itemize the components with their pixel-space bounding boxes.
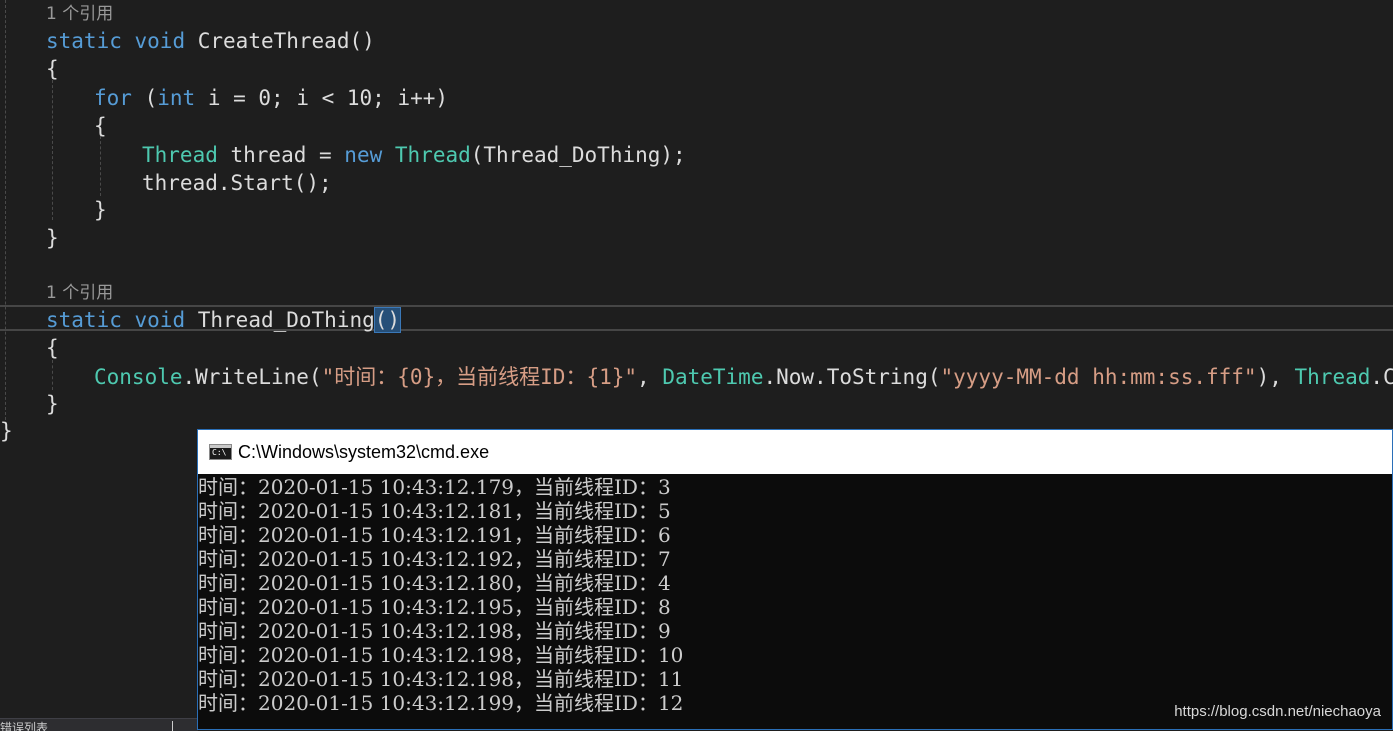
code-text: ), [1256,365,1295,389]
console-line: 时间：2020-01-15 10:43:12.195，当前线程ID：8 [198,595,671,619]
code-text: i = 0; i < 10; i++) [195,86,449,110]
keyword: void [134,308,186,332]
indent-guide [52,80,53,220]
console-line: 时间：2020-01-15 10:43:12.180，当前线程ID：4 [198,571,671,595]
type-name: Console [94,365,183,389]
code-text: .Curr [1370,365,1393,389]
code-text: (Thread_DoThing); [470,143,686,167]
code-line-method2-signature[interactable]: static void Thread_DoThing() [46,306,402,334]
keyword: void [134,29,186,53]
bottom-panel-tabs: 错误列表 [0,718,198,731]
code-line[interactable]: } [46,390,59,418]
type-name: Thread [1294,365,1371,389]
code-line-class-close[interactable]: } [0,417,13,445]
code-text: , [637,365,663,389]
code-text: ( [131,86,158,110]
code-line-thread-start[interactable]: thread.Start(); [142,169,332,197]
cmd-titlebar[interactable]: C:\ C:\Windows\system32\cmd.exe [198,430,1392,474]
parentheses: () [349,29,375,53]
code-text: thread = [217,143,345,167]
type-name: Thread [142,143,218,167]
code-line[interactable]: { [46,334,59,362]
type-name: Thread [394,143,471,167]
brace-match-highlight: () [373,307,402,333]
console-line: 时间：2020-01-15 10:43:12.181，当前线程ID：5 [198,499,671,523]
code-line-method1-signature[interactable]: static void CreateThread() [46,27,375,55]
cmd-window[interactable]: C:\ C:\Windows\system32\cmd.exe 时间：2020-… [197,429,1393,730]
string-literal: "时间：{0}，当前线程ID：{1}" [321,365,638,389]
string-literal: "yyyy-MM-dd hh:mm:ss.fff" [940,365,1257,389]
code-line-for-loop[interactable]: for (int i = 0; i < 10; i++) [94,84,448,112]
code-text: .Now.ToString( [763,365,941,389]
console-line: 时间：2020-01-15 10:43:12.191，当前线程ID：6 [198,523,671,547]
console-line: 时间：2020-01-15 10:43:12.198，当前线程ID：10 [198,643,684,667]
console-output[interactable]: 时间：2020-01-15 10:43:12.179，当前线程ID：3 时间：2… [198,475,1392,715]
cmd-icon[interactable]: C:\ [209,444,232,460]
indent-guide [52,360,53,390]
indent-guide [5,0,6,420]
console-line: 时间：2020-01-15 10:43:12.192，当前线程ID：7 [198,547,671,571]
console-line: 时间：2020-01-15 10:43:12.179，当前线程ID：3 [198,475,671,499]
keyword: static [46,29,122,53]
console-line: 时间：2020-01-15 10:43:12.198，当前线程ID：9 [198,619,671,643]
code-line[interactable]: } [94,196,107,224]
method-name: Thread_DoThing [197,308,375,332]
method-name: CreateThread [197,29,350,53]
type-name: DateTime [662,365,764,389]
window-title: C:\Windows\system32\cmd.exe [238,441,490,462]
code-line-thread-decl[interactable]: Thread thread = new Thread(Thread_DoThin… [142,141,686,169]
code-line[interactable]: } [46,224,59,252]
reference-count-label[interactable]: 1 个引用 [46,0,113,28]
keyword: static [46,308,122,332]
keyword: for [94,86,132,110]
code-line[interactable]: { [46,55,59,83]
keyword: int [157,86,196,110]
console-line: 时间：2020-01-15 10:43:12.198，当前线程ID：11 [198,667,684,691]
code-line[interactable]: { [94,112,107,140]
code-line-console-writeline[interactable]: Console.WriteLine("时间：{0}，当前线程ID：{1}", D… [94,363,1393,391]
indent-guide [100,136,101,196]
code-text: .WriteLine( [182,365,322,389]
keyword: new [344,143,383,167]
reference-count-label[interactable]: 1 个引用 [46,279,113,307]
cmd-icon-text: C:\ [212,448,227,457]
watermark: https://blog.csdn.net/niechaoya [1174,703,1381,720]
